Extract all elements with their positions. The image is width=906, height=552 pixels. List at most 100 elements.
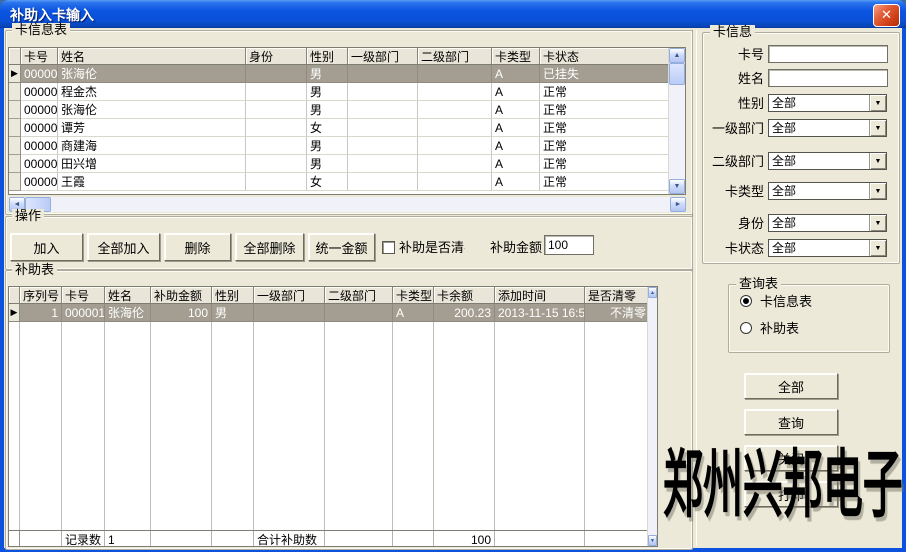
- column-header[interactable]: 卡类型: [492, 48, 540, 65]
- filter-field-label: 卡状态: [698, 241, 764, 256]
- selected-option: 全部: [772, 216, 868, 230]
- close-button[interactable]: ✕: [873, 4, 900, 27]
- table-cell: [325, 304, 393, 322]
- table-cell: 000008: [21, 173, 58, 191]
- add-button[interactable]: 加入: [10, 233, 83, 261]
- card-type-select[interactable]: 全部▼: [768, 182, 887, 200]
- table-row[interactable]: 000006商建海男A正常: [9, 137, 685, 155]
- dropdown-arrow-icon[interactable]: ▼: [869, 95, 886, 111]
- table-cell: [348, 65, 418, 83]
- query-button[interactable]: 查询: [744, 409, 838, 435]
- scroll-right-button[interactable]: ►: [670, 197, 686, 212]
- close-panel-button[interactable]: 关闭: [744, 445, 838, 471]
- table-cell: A: [492, 119, 540, 137]
- table-cell: 正常: [540, 101, 670, 119]
- query-table-radio[interactable]: [740, 322, 752, 334]
- column-header[interactable]: 卡状态: [540, 48, 670, 65]
- scroll-down-button[interactable]: ▼: [648, 535, 657, 546]
- scroll-up-button[interactable]: ▲: [669, 48, 685, 63]
- dropdown-arrow-icon[interactable]: ▼: [869, 153, 886, 169]
- row-indicator: [9, 83, 21, 101]
- scrollbar-track[interactable]: [51, 197, 670, 212]
- row-indicator: ▶: [9, 65, 21, 83]
- unify-amount-button[interactable]: 统一金额: [308, 233, 375, 261]
- selected-option: 全部: [772, 121, 868, 135]
- table-cell: [348, 101, 418, 119]
- table-cell: [418, 83, 492, 101]
- column-header[interactable]: 二级部门: [325, 287, 393, 304]
- table-cell: 女: [307, 119, 348, 137]
- delete-button[interactable]: 删除: [164, 233, 231, 261]
- name-input[interactable]: [768, 69, 888, 87]
- column-header[interactable]: 二级部门: [418, 48, 492, 65]
- table-row[interactable]: 000002程金杰男A正常: [9, 83, 685, 101]
- table-row[interactable]: ▶1000001张海伦100男A200.232013-11-15 16:58:不…: [9, 304, 657, 322]
- scrollbar-track[interactable]: [648, 298, 657, 535]
- selected-option: 全部: [772, 96, 868, 110]
- table-cell: 正常: [540, 83, 670, 101]
- column-header[interactable]: 性别: [307, 48, 348, 65]
- card-no-input[interactable]: [768, 45, 888, 63]
- dropdown-arrow-icon[interactable]: ▼: [869, 120, 886, 136]
- column-header[interactable]: 卡号: [62, 287, 105, 304]
- table-cell: 200.23: [434, 304, 495, 322]
- column-header[interactable]: 姓名: [105, 287, 151, 304]
- column-header[interactable]: 性别: [212, 287, 254, 304]
- identity-select[interactable]: 全部▼: [768, 214, 887, 232]
- delete-all-button[interactable]: 全部删除: [235, 233, 304, 261]
- table-cell: 000005: [21, 119, 58, 137]
- column-header[interactable]: 卡余额: [434, 287, 495, 304]
- selected-option: 全部: [772, 241, 868, 255]
- column-header[interactable]: 一级部门: [348, 48, 418, 65]
- table-cell: 000001: [62, 304, 105, 322]
- scrollbar-thumb[interactable]: [669, 63, 685, 85]
- table-row[interactable]: ▶000001张海伦男A已挂失: [9, 65, 685, 83]
- vertical-scrollbar[interactable]: ▲▼: [668, 48, 685, 194]
- table-cell: [246, 119, 307, 137]
- dropdown-arrow-icon[interactable]: ▼: [869, 183, 886, 199]
- table-cell: 正常: [540, 137, 670, 155]
- filter-field-label: 二级部门: [698, 154, 764, 169]
- radio-label: 补助表: [760, 321, 799, 336]
- table-cell: 000007: [21, 155, 58, 173]
- dropdown-arrow-icon[interactable]: ▼: [869, 215, 886, 231]
- scroll-down-button[interactable]: ▼: [669, 179, 685, 194]
- dept2-select[interactable]: 全部▼: [768, 152, 887, 170]
- row-indicator: [9, 173, 21, 191]
- column-header[interactable]: 添加时间: [495, 287, 585, 304]
- horizontal-scrollbar[interactable]: ◄ ►: [9, 197, 686, 212]
- scroll-up-button[interactable]: ▲: [648, 287, 657, 298]
- dept1-select[interactable]: 全部▼: [768, 119, 887, 137]
- selected-option: 全部: [772, 184, 868, 198]
- gender-select[interactable]: 全部▼: [768, 94, 887, 112]
- table-row[interactable]: 000003张海伦男A正常: [9, 101, 685, 119]
- row-indicator: [9, 119, 21, 137]
- table-row[interactable]: 000008王霞女A正常: [9, 173, 685, 191]
- column-header[interactable]: 是否清零: [585, 287, 650, 304]
- clear-subsidy-checkbox[interactable]: [382, 241, 395, 254]
- add-all-button[interactable]: 全部加入: [87, 233, 160, 261]
- column-header[interactable]: 一级部门: [254, 287, 325, 304]
- table-cell: [246, 101, 307, 119]
- group-label: 卡信息: [710, 25, 755, 39]
- column-header[interactable]: 卡号: [21, 48, 58, 65]
- all-button[interactable]: 全部: [744, 373, 838, 399]
- dropdown-arrow-icon[interactable]: ▼: [869, 240, 886, 256]
- table-cell: 000002: [21, 83, 58, 101]
- scrollbar-track[interactable]: [669, 85, 685, 179]
- table-row[interactable]: 000007田兴增男A正常: [9, 155, 685, 173]
- table-empty-area: [9, 322, 657, 530]
- subsidy-amount-input[interactable]: [544, 235, 594, 255]
- column-header[interactable]: 姓名: [58, 48, 246, 65]
- vertical-scrollbar[interactable]: ▲▼: [647, 287, 657, 546]
- query-table-radio[interactable]: [740, 295, 752, 307]
- filter-field-label: 身份: [698, 216, 764, 231]
- column-header[interactable]: 身份: [246, 48, 307, 65]
- column-header[interactable]: 卡类型: [393, 287, 434, 304]
- column-header[interactable]: 补助金额: [151, 287, 212, 304]
- table-row[interactable]: 000005谭芳女A正常: [9, 119, 685, 137]
- print-button[interactable]: 打印: [744, 481, 838, 507]
- card-status-select[interactable]: 全部▼: [768, 239, 887, 257]
- column-header[interactable]: 序列号: [20, 287, 62, 304]
- table-cell: [246, 83, 307, 101]
